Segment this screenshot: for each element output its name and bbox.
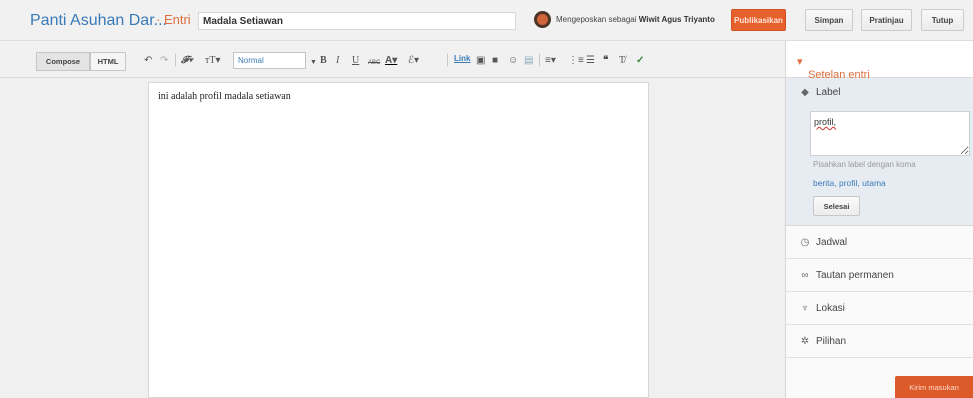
format-select-value: Normal	[238, 56, 264, 65]
italic-icon[interactable]: I	[336, 55, 339, 67]
breadcrumb-entry: · Entri	[156, 12, 191, 27]
numbered-list-icon[interactable]: ⋮≡	[568, 55, 584, 67]
spellcheck-icon[interactable]: ✓	[636, 55, 644, 67]
post-body-editor[interactable]: ini adalah profil madala setiawan	[148, 82, 649, 398]
labels-input[interactable]: profil,	[810, 111, 970, 156]
preview-button[interactable]: Pratinjau	[861, 9, 912, 31]
chevron-down-icon[interactable]: ▼	[310, 57, 317, 69]
sidebar-item-schedule[interactable]: ◷ Jadwal	[786, 226, 973, 259]
sidebar-item-schedule-title: ◷ Jadwal	[799, 237, 848, 248]
post-settings-title: ▾ Setelan entri	[797, 56, 870, 81]
format-select[interactable]: Normal	[233, 52, 306, 69]
save-button[interactable]: Simpan	[805, 9, 853, 31]
send-feedback-button[interactable]: Kirim masukan	[895, 376, 973, 398]
toolbar-divider	[175, 54, 176, 66]
sidebar-item-options[interactable]: ✲ Pilihan	[786, 325, 973, 358]
html-mode-button[interactable]: HTML	[90, 52, 126, 71]
sidebar-item-label: Pilihan	[816, 336, 847, 347]
post-settings-header[interactable]: ▾ Setelan entri	[786, 41, 973, 81]
sidebar-item-permalink[interactable]: ∞ Tautan permanen	[786, 259, 973, 292]
toolbar-divider	[539, 54, 540, 66]
publish-button[interactable]: Publikasikan	[731, 9, 786, 31]
labels-hint: Pisahkan label dengan koma	[813, 160, 916, 169]
underline-icon[interactable]: U	[352, 55, 359, 67]
avatar	[534, 11, 551, 28]
gear-icon: ✲	[800, 336, 810, 347]
emoji-icon[interactable]: ☺	[508, 55, 518, 67]
tag-icon: ◆	[801, 87, 809, 98]
toolbar-divider	[447, 54, 448, 66]
clock-icon: ◷	[800, 237, 810, 248]
labels-panel-title[interactable]: ◆ Label	[799, 87, 840, 98]
editor-toolbar: Compose HTML ↶ ↷ 𝓕▾ тT▾ Normal ▼ B I U A…	[0, 41, 785, 78]
jump-break-icon[interactable]: ▤	[524, 55, 533, 67]
labels-suggestions[interactable]: berita, profil, utama	[813, 178, 886, 188]
bulleted-list-icon[interactable]: ☰	[586, 55, 595, 67]
compose-mode-button[interactable]: Compose	[36, 52, 90, 71]
font-family-icon[interactable]: 𝓕▾	[181, 55, 193, 67]
post-body-text: ini adalah profil madala setiawan	[158, 91, 291, 102]
sidebar-item-permalink-title: ∞ Tautan permanen	[799, 270, 894, 281]
top-bar: Panti Asuhan Dar... · Entri Mengeposkan …	[0, 0, 973, 41]
post-title-input[interactable]	[198, 12, 516, 30]
clear-format-icon[interactable]: T̸	[619, 55, 625, 67]
text-color-icon[interactable]: A▾	[385, 55, 397, 67]
highlight-icon[interactable]: ℰ▾	[408, 55, 419, 67]
labels-title-text: Label	[816, 87, 841, 98]
author-name: Wiwit Agus Triyanto	[638, 15, 715, 24]
sidebar-item-label: Lokasi	[816, 303, 845, 314]
undo-icon[interactable]: ↶	[144, 55, 152, 67]
quote-icon[interactable]: ❝	[603, 55, 608, 67]
video-icon[interactable]: ■	[492, 55, 498, 67]
close-button[interactable]: Tutup	[921, 9, 964, 31]
link-icon: ∞	[801, 270, 809, 281]
font-size-icon[interactable]: тT▾	[205, 55, 221, 67]
sidebar-item-options-title: ✲ Pilihan	[799, 336, 846, 347]
link-button[interactable]: Link	[454, 54, 470, 63]
blog-title-link[interactable]: Panti Asuhan Dar...	[30, 12, 167, 30]
sidebar-item-label: Jadwal	[816, 237, 848, 248]
image-icon[interactable]: ▣	[476, 55, 485, 67]
location-pin-icon: ♆	[801, 303, 809, 314]
sidebar-item-label: Tautan permanen	[816, 270, 894, 281]
post-settings-sidebar: ▾ Setelan entri ◆ Label profil, Pisahkan…	[785, 41, 973, 398]
labels-panel: ◆ Label profil, Pisahkan label dengan ko…	[786, 78, 973, 226]
posting-as-prefix: Mengeposkan sebagai	[556, 15, 637, 24]
sidebar-item-location-title: ♆ Lokasi	[799, 303, 845, 314]
posting-as-text: Mengeposkan sebagai Wiwit Agus Triyanto	[556, 15, 715, 24]
align-icon[interactable]: ≡▾	[545, 55, 556, 67]
labels-done-button[interactable]: Selesai	[813, 196, 860, 216]
bold-icon[interactable]: B	[320, 55, 327, 67]
strikethrough-icon[interactable]: ABC	[368, 57, 380, 69]
sidebar-item-location[interactable]: ♆ Lokasi	[786, 292, 973, 325]
redo-icon[interactable]: ↷	[160, 55, 168, 67]
